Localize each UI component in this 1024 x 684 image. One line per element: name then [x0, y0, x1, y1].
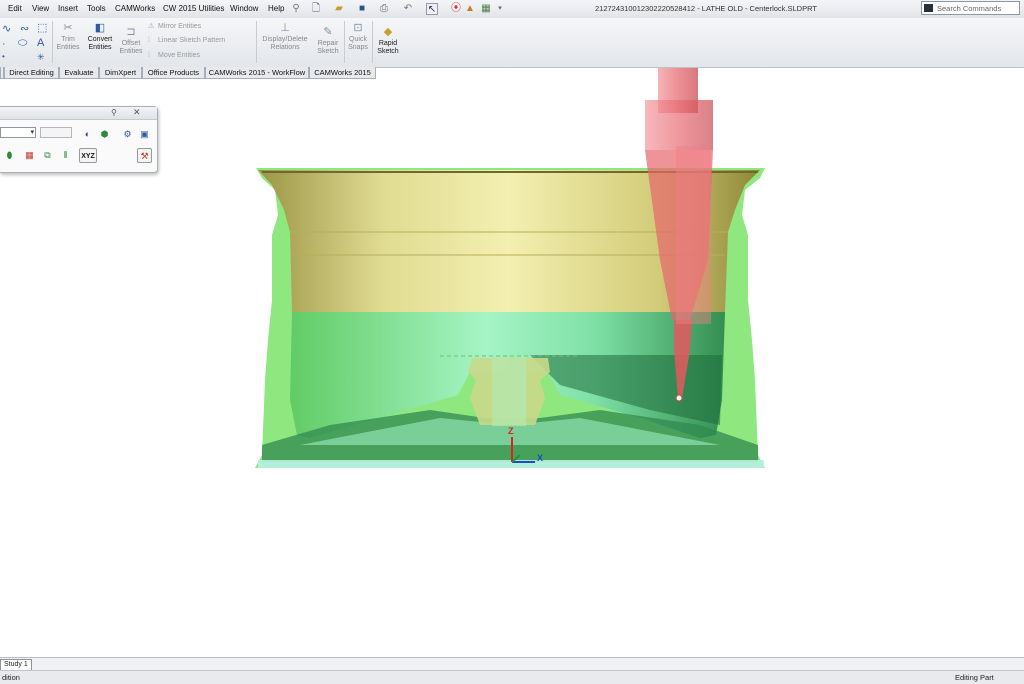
tool-overlay-box [676, 146, 711, 324]
hub-bore [492, 356, 526, 426]
status-bar: dition Editing Part [0, 670, 1024, 684]
bottom-tab-bar: Study 1 [0, 657, 1024, 671]
status-editing-part: Editing Part [955, 673, 994, 682]
triad-z-label: Z [508, 426, 514, 436]
tool-tip-point [675, 394, 683, 402]
graphics-viewport[interactable]: Z X [0, 0, 1024, 683]
triad-x-label: X [537, 453, 543, 463]
status-edition: dition [2, 673, 20, 682]
tool-holder-body [645, 100, 713, 150]
